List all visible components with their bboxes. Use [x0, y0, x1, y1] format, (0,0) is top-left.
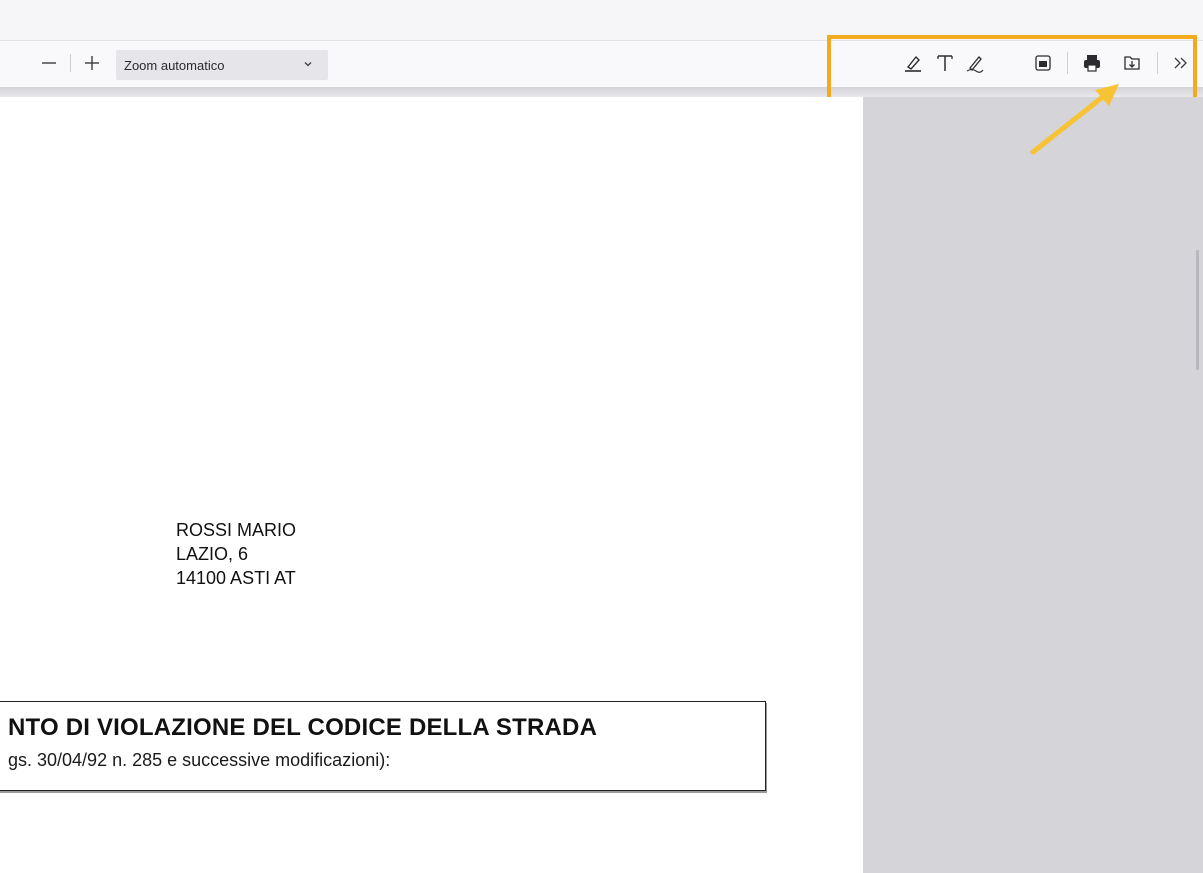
zoom-divider	[70, 54, 71, 72]
zoom-in-button[interactable]	[80, 50, 104, 76]
minus-icon	[42, 62, 56, 64]
zoom-select[interactable]: Zoom automatico	[116, 50, 328, 80]
plus-icon	[85, 56, 99, 70]
arrow-annotation-icon	[1030, 84, 1119, 155]
zoom-select-value: Zoom automatico	[124, 57, 225, 73]
notice-subtitle: gs. 30/04/92 n. 285 e successive modific…	[8, 750, 391, 770]
zoom-out-button[interactable]	[38, 50, 60, 76]
viewer-background-panel	[863, 97, 1203, 873]
chevron-down-icon	[304, 62, 312, 67]
recipient-address: ROSSI MARIO LAZIO, 6 14100 ASTI AT	[176, 518, 296, 590]
recipient-city: 14100 ASTI AT	[176, 568, 296, 588]
recipient-name: ROSSI MARIO	[176, 520, 297, 540]
recipient-street: LAZIO, 6	[176, 544, 249, 564]
scrollbar-thumb[interactable]	[1196, 250, 1199, 370]
notice-title: NTO DI VIOLAZIONE DEL CODICE DELLA STRAD…	[8, 714, 598, 741]
